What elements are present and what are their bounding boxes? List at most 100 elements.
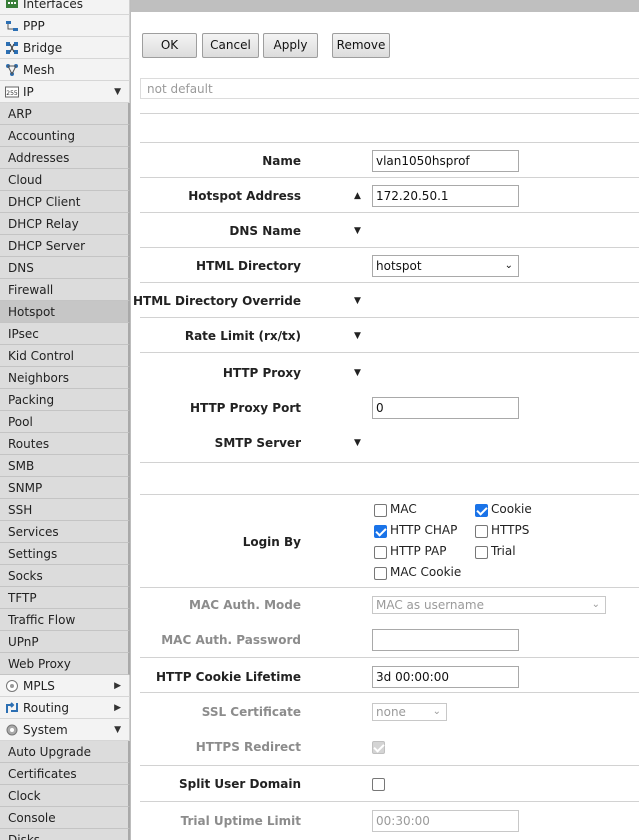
html-directory-value: hotspot [376,259,422,273]
hotspot-address-label: Hotspot Address [188,189,301,203]
ok-button[interactable]: OK [142,33,197,58]
divider [140,177,639,178]
http-cookie-lifetime-field[interactable]: 3d 00:00:00 [372,666,519,688]
remove-button[interactable]: Remove [332,33,390,58]
html-directory-select[interactable]: hotspot ⌄ [372,255,519,277]
split-user-domain-label: Split User Domain [179,777,301,791]
login-by-label: Login By [242,535,301,549]
split-user-domain-checkbox[interactable] [372,778,385,791]
chevron-down-icon: ▼ [114,87,121,97]
divider [140,142,639,143]
chevron-down-icon: ⌄ [432,706,441,717]
name-label: Name [262,154,301,168]
sidebar-item-dhcp-server[interactable]: DHCP Server [0,235,130,257]
login-https-label: HTTPS [491,523,530,537]
sidebar-item-system[interactable]: System ▼ [0,719,130,741]
mac-auth-password-label: MAC Auth. Password [161,633,301,647]
login-https-checkbox[interactable] [475,525,488,538]
name-field[interactable]: vlan1050hsprof [372,150,519,172]
divider [140,494,639,495]
chevron-down-icon: ⌄ [504,260,513,271]
smtp-server-label: SMTP Server [214,436,301,450]
expand-triangle-icon[interactable]: ▼ [354,331,361,341]
trial-uptime-limit-field[interactable]: 00:30:00 [372,810,519,832]
sidebar-item-arp[interactable]: ARP [0,103,130,125]
http-proxy-port-label: HTTP Proxy Port [189,401,301,415]
login-http-pap-checkbox[interactable] [374,546,387,559]
sidebar-item-bridge[interactable]: Bridge [0,37,130,59]
chevron-down-icon: ⌄ [591,599,600,610]
hotspot-profile-form: OK Cancel Apply Remove not default Name … [131,0,639,840]
login-cookie-checkbox[interactable] [475,504,488,517]
divider [140,801,639,802]
sidebar-item-label: System [23,723,68,737]
hotspot-address-field[interactable]: 172.20.50.1 [372,185,519,207]
sidebar-item-label: IP [23,85,34,99]
sidebar-item-traffic-flow[interactable]: Traffic Flow [0,609,130,631]
dns-name-label: DNS Name [229,224,301,238]
divider [140,247,639,248]
login-http-chap-checkbox[interactable] [374,525,387,538]
http-proxy-label: HTTP Proxy [222,366,301,380]
divider [140,462,639,463]
divider [140,587,639,588]
sidebar-item-ppp[interactable]: PPP [0,15,130,37]
sidebar-item-accounting[interactable]: Accounting [0,125,130,147]
bridge-icon [6,42,18,54]
html-directory-label: HTML Directory [196,259,301,273]
expand-triangle-icon[interactable]: ▼ [354,226,361,236]
sidebar-item-mesh[interactable]: Mesh [0,59,130,81]
ppp-icon [6,21,18,31]
expand-triangle-icon[interactable]: ▼ [354,438,361,448]
mac-auth-mode-value: MAC as username [376,598,484,612]
apply-button[interactable]: Apply [263,33,318,58]
sidebar-item-disks[interactable]: Disks [0,829,130,840]
title-bar [131,0,639,12]
login-mac-cookie-checkbox[interactable] [374,567,387,580]
sidebar-item-label: Mesh [23,63,55,77]
ssl-certificate-label: SSL Certificate [201,705,301,719]
sidebar-item-label: MPLS [23,679,55,693]
cancel-button[interactable]: Cancel [202,33,259,58]
divider [140,765,639,766]
expand-triangle-icon[interactable]: ▼ [354,296,361,306]
sidebar-item-ssh[interactable]: SSH [0,499,130,521]
http-proxy-port-field[interactable]: 0 [372,397,519,419]
chevron-down-icon: ▼ [114,725,121,735]
login-trial-checkbox[interactable] [475,546,488,559]
divider [140,212,639,213]
login-trial-label: Trial [491,544,516,558]
mac-auth-mode-label: MAC Auth. Mode [189,598,301,612]
sidebar-item-label: Interfaces [23,0,83,11]
login-mac-checkbox[interactable] [374,504,387,517]
collapse-triangle-icon[interactable]: ▲ [354,191,361,201]
sidebar-item-kid-control[interactable]: Kid Control [0,345,130,367]
sidebar-item-smb[interactable]: SMB [0,455,130,477]
divider [140,317,639,318]
login-cookie-label: Cookie [491,502,532,516]
login-mac-cookie-label: MAC Cookie [390,565,462,579]
divider [140,692,639,693]
mac-auth-mode-select[interactable]: MAC as username ⌄ [372,596,606,614]
gear-icon [6,724,18,736]
trial-uptime-limit-label: Trial Uptime Limit [180,814,301,828]
sidebar-item-interfaces[interactable]: Interfaces [0,0,130,15]
sidebar-item-cloud[interactable]: Cloud [0,169,130,191]
http-cookie-lifetime-label: HTTP Cookie Lifetime [156,670,301,684]
rate-limit-label: Rate Limit (rx/tx) [184,329,301,343]
divider [140,657,639,658]
sidebar-item-socks[interactable]: Socks [0,565,130,587]
sidebar-item-ip[interactable]: 255 IP ▼ [0,81,130,103]
https-redirect-checkbox[interactable] [372,741,385,754]
sidebar-item-label: PPP [23,19,45,33]
mac-auth-password-field[interactable] [372,629,519,651]
expand-triangle-icon[interactable]: ▼ [354,368,361,378]
login-http-chap-label: HTTP CHAP [390,523,458,537]
https-redirect-label: HTTPS Redirect [195,740,301,754]
mpls-icon [6,680,18,692]
ssl-certificate-select[interactable]: none ⌄ [372,703,447,721]
sidebar-item-snmp[interactable]: SNMP [0,477,130,499]
html-directory-override-label: HTML Directory Override [133,294,301,308]
divider [140,113,639,114]
ssl-certificate-value: none [376,705,406,719]
